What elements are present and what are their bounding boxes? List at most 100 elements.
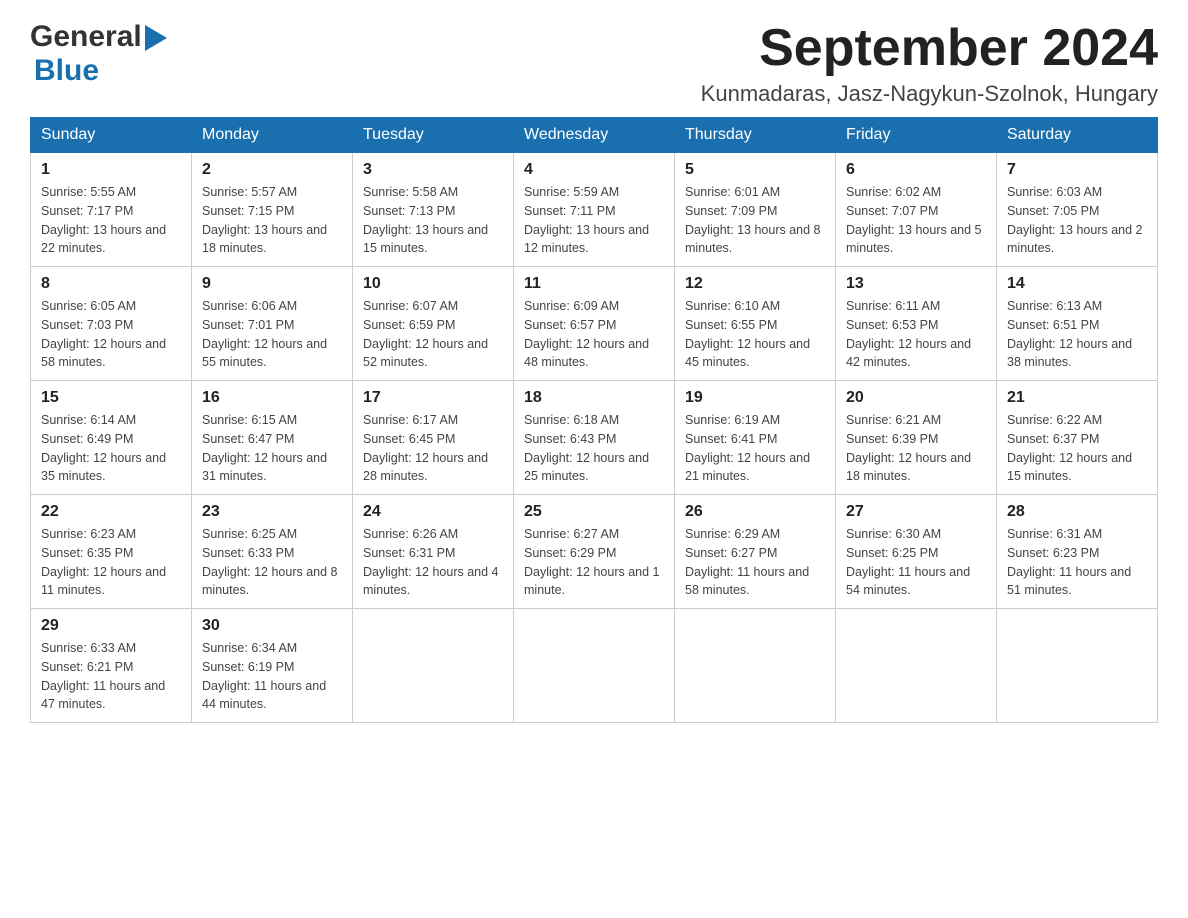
day-info: Sunrise: 6:21 AMSunset: 6:39 PMDaylight:… bbox=[846, 411, 986, 486]
day-info: Sunrise: 6:31 AMSunset: 6:23 PMDaylight:… bbox=[1007, 525, 1147, 600]
day-info: Sunrise: 6:30 AMSunset: 6:25 PMDaylight:… bbox=[846, 525, 986, 600]
day-number: 30 bbox=[202, 617, 342, 635]
week-row-4: 22 Sunrise: 6:23 AMSunset: 6:35 PMDaylig… bbox=[31, 495, 1158, 609]
calendar-cell: 15 Sunrise: 6:14 AMSunset: 6:49 PMDaylig… bbox=[31, 381, 192, 495]
day-number: 15 bbox=[41, 389, 181, 407]
day-number: 14 bbox=[1007, 275, 1147, 293]
day-number: 17 bbox=[363, 389, 503, 407]
calendar-cell: 23 Sunrise: 6:25 AMSunset: 6:33 PMDaylig… bbox=[192, 495, 353, 609]
calendar-cell bbox=[675, 609, 836, 723]
day-info: Sunrise: 6:23 AMSunset: 6:35 PMDaylight:… bbox=[41, 525, 181, 600]
day-number: 10 bbox=[363, 275, 503, 293]
day-number: 22 bbox=[41, 503, 181, 521]
calendar-cell: 16 Sunrise: 6:15 AMSunset: 6:47 PMDaylig… bbox=[192, 381, 353, 495]
page-header: General Blue September 2024 Kunmadaras, … bbox=[30, 20, 1158, 107]
day-number: 3 bbox=[363, 161, 503, 179]
calendar-table: Sunday Monday Tuesday Wednesday Thursday… bbox=[30, 117, 1158, 723]
week-row-2: 8 Sunrise: 6:05 AMSunset: 7:03 PMDayligh… bbox=[31, 267, 1158, 381]
day-number: 9 bbox=[202, 275, 342, 293]
day-number: 23 bbox=[202, 503, 342, 521]
day-number: 2 bbox=[202, 161, 342, 179]
calendar-cell: 17 Sunrise: 6:17 AMSunset: 6:45 PMDaylig… bbox=[353, 381, 514, 495]
day-info: Sunrise: 6:10 AMSunset: 6:55 PMDaylight:… bbox=[685, 297, 825, 372]
logo-arrow-icon bbox=[145, 25, 167, 51]
day-number: 12 bbox=[685, 275, 825, 293]
day-info: Sunrise: 6:19 AMSunset: 6:41 PMDaylight:… bbox=[685, 411, 825, 486]
day-number: 21 bbox=[1007, 389, 1147, 407]
calendar-cell: 19 Sunrise: 6:19 AMSunset: 6:41 PMDaylig… bbox=[675, 381, 836, 495]
day-number: 26 bbox=[685, 503, 825, 521]
day-info: Sunrise: 6:22 AMSunset: 6:37 PMDaylight:… bbox=[1007, 411, 1147, 486]
header-monday: Monday bbox=[192, 118, 353, 153]
day-number: 25 bbox=[524, 503, 664, 521]
logo-general-text: General bbox=[30, 20, 142, 54]
location-subtitle: Kunmadaras, Jasz-Nagykun-Szolnok, Hungar… bbox=[701, 81, 1158, 107]
day-info: Sunrise: 6:34 AMSunset: 6:19 PMDaylight:… bbox=[202, 639, 342, 714]
day-number: 18 bbox=[524, 389, 664, 407]
calendar-cell: 1 Sunrise: 5:55 AMSunset: 7:17 PMDayligh… bbox=[31, 153, 192, 267]
calendar-cell bbox=[836, 609, 997, 723]
calendar-cell: 13 Sunrise: 6:11 AMSunset: 6:53 PMDaylig… bbox=[836, 267, 997, 381]
calendar-cell: 14 Sunrise: 6:13 AMSunset: 6:51 PMDaylig… bbox=[997, 267, 1158, 381]
calendar-cell: 29 Sunrise: 6:33 AMSunset: 6:21 PMDaylig… bbox=[31, 609, 192, 723]
day-info: Sunrise: 6:09 AMSunset: 6:57 PMDaylight:… bbox=[524, 297, 664, 372]
calendar-cell: 4 Sunrise: 5:59 AMSunset: 7:11 PMDayligh… bbox=[514, 153, 675, 267]
calendar-cell: 28 Sunrise: 6:31 AMSunset: 6:23 PMDaylig… bbox=[997, 495, 1158, 609]
day-info: Sunrise: 6:02 AMSunset: 7:07 PMDaylight:… bbox=[846, 183, 986, 258]
day-number: 29 bbox=[41, 617, 181, 635]
calendar-cell: 2 Sunrise: 5:57 AMSunset: 7:15 PMDayligh… bbox=[192, 153, 353, 267]
calendar-cell bbox=[997, 609, 1158, 723]
week-row-3: 15 Sunrise: 6:14 AMSunset: 6:49 PMDaylig… bbox=[31, 381, 1158, 495]
day-number: 6 bbox=[846, 161, 986, 179]
calendar-cell: 6 Sunrise: 6:02 AMSunset: 7:07 PMDayligh… bbox=[836, 153, 997, 267]
day-info: Sunrise: 6:03 AMSunset: 7:05 PMDaylight:… bbox=[1007, 183, 1147, 258]
header-wednesday: Wednesday bbox=[514, 118, 675, 153]
day-info: Sunrise: 6:06 AMSunset: 7:01 PMDaylight:… bbox=[202, 297, 342, 372]
calendar-cell: 9 Sunrise: 6:06 AMSunset: 7:01 PMDayligh… bbox=[192, 267, 353, 381]
day-info: Sunrise: 6:13 AMSunset: 6:51 PMDaylight:… bbox=[1007, 297, 1147, 372]
header-sunday: Sunday bbox=[31, 118, 192, 153]
header-friday: Friday bbox=[836, 118, 997, 153]
day-number: 24 bbox=[363, 503, 503, 521]
day-number: 13 bbox=[846, 275, 986, 293]
day-number: 4 bbox=[524, 161, 664, 179]
day-info: Sunrise: 6:14 AMSunset: 6:49 PMDaylight:… bbox=[41, 411, 181, 486]
calendar-cell: 27 Sunrise: 6:30 AMSunset: 6:25 PMDaylig… bbox=[836, 495, 997, 609]
day-info: Sunrise: 6:33 AMSunset: 6:21 PMDaylight:… bbox=[41, 639, 181, 714]
day-number: 1 bbox=[41, 161, 181, 179]
calendar-cell: 8 Sunrise: 6:05 AMSunset: 7:03 PMDayligh… bbox=[31, 267, 192, 381]
day-info: Sunrise: 6:05 AMSunset: 7:03 PMDaylight:… bbox=[41, 297, 181, 372]
day-number: 11 bbox=[524, 275, 664, 293]
title-area: September 2024 Kunmadaras, Jasz-Nagykun-… bbox=[701, 20, 1158, 107]
header-saturday: Saturday bbox=[997, 118, 1158, 153]
day-number: 19 bbox=[685, 389, 825, 407]
day-info: Sunrise: 6:15 AMSunset: 6:47 PMDaylight:… bbox=[202, 411, 342, 486]
day-number: 16 bbox=[202, 389, 342, 407]
calendar-cell: 24 Sunrise: 6:26 AMSunset: 6:31 PMDaylig… bbox=[353, 495, 514, 609]
calendar-cell: 30 Sunrise: 6:34 AMSunset: 6:19 PMDaylig… bbox=[192, 609, 353, 723]
calendar-cell: 3 Sunrise: 5:58 AMSunset: 7:13 PMDayligh… bbox=[353, 153, 514, 267]
day-number: 28 bbox=[1007, 503, 1147, 521]
header-tuesday: Tuesday bbox=[353, 118, 514, 153]
day-info: Sunrise: 5:59 AMSunset: 7:11 PMDaylight:… bbox=[524, 183, 664, 258]
calendar-cell: 12 Sunrise: 6:10 AMSunset: 6:55 PMDaylig… bbox=[675, 267, 836, 381]
calendar-cell: 10 Sunrise: 6:07 AMSunset: 6:59 PMDaylig… bbox=[353, 267, 514, 381]
month-title: September 2024 bbox=[701, 20, 1158, 77]
calendar-cell: 26 Sunrise: 6:29 AMSunset: 6:27 PMDaylig… bbox=[675, 495, 836, 609]
day-info: Sunrise: 6:07 AMSunset: 6:59 PMDaylight:… bbox=[363, 297, 503, 372]
calendar-cell: 18 Sunrise: 6:18 AMSunset: 6:43 PMDaylig… bbox=[514, 381, 675, 495]
day-number: 5 bbox=[685, 161, 825, 179]
calendar-cell: 25 Sunrise: 6:27 AMSunset: 6:29 PMDaylig… bbox=[514, 495, 675, 609]
day-info: Sunrise: 5:57 AMSunset: 7:15 PMDaylight:… bbox=[202, 183, 342, 258]
day-info: Sunrise: 6:01 AMSunset: 7:09 PMDaylight:… bbox=[685, 183, 825, 258]
day-info: Sunrise: 5:55 AMSunset: 7:17 PMDaylight:… bbox=[41, 183, 181, 258]
day-number: 8 bbox=[41, 275, 181, 293]
day-info: Sunrise: 5:58 AMSunset: 7:13 PMDaylight:… bbox=[363, 183, 503, 258]
day-number: 27 bbox=[846, 503, 986, 521]
weekday-header-row: Sunday Monday Tuesday Wednesday Thursday… bbox=[31, 118, 1158, 153]
calendar-cell bbox=[514, 609, 675, 723]
day-info: Sunrise: 6:25 AMSunset: 6:33 PMDaylight:… bbox=[202, 525, 342, 600]
day-info: Sunrise: 6:27 AMSunset: 6:29 PMDaylight:… bbox=[524, 525, 664, 600]
logo: General Blue bbox=[30, 20, 167, 88]
day-number: 20 bbox=[846, 389, 986, 407]
